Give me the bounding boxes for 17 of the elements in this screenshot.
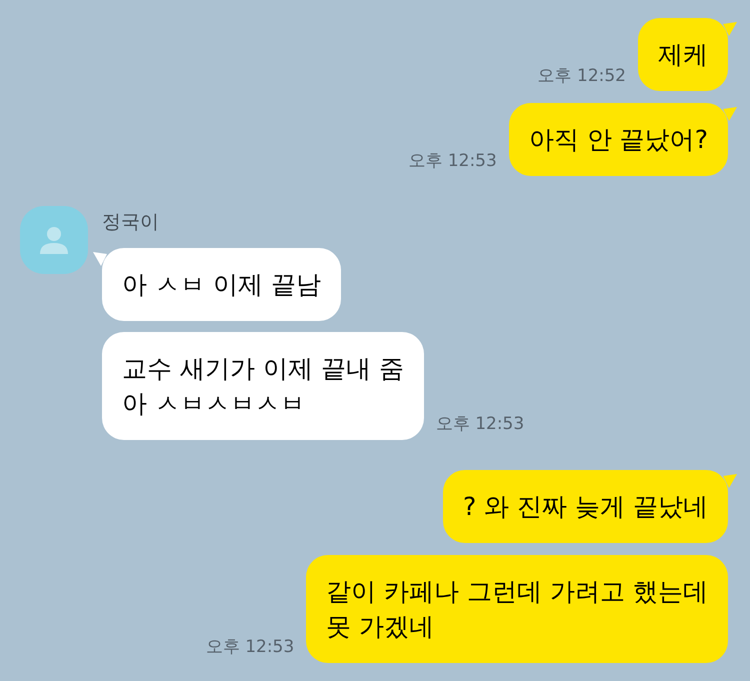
message-time: 오후 12:53 [206,636,294,659]
message-time: 오후 12:52 [538,64,626,88]
bubble-tail-icon [723,107,737,121]
message-time: 오후 12:53 [408,150,497,172]
message-bubble: 같이 카페나 그런데 가려고 했는데 못 가겠네 [306,554,728,662]
message-bubble: 아직 안 끝났어? [508,103,728,176]
avatar[interactable] [20,206,88,274]
message-bubble: 교수 새기가 이제 끝내 줌 아 ㅅㅂㅅㅂㅅㅂ [102,332,424,440]
message-bubble: 아 ㅅㅂ 이제 끝남 [102,248,341,320]
person-icon [39,226,69,254]
sender-name: 정국이 [102,210,160,235]
message-bubble: ? 와 진짜 늦게 끝났네 [442,470,728,542]
bubble-tail-icon [93,252,107,266]
bubble-tail-icon [723,22,737,36]
message-bubble: 제케 [638,18,728,91]
message-time: 오후 12:53 [436,413,524,436]
bubble-tail-icon [723,474,737,488]
